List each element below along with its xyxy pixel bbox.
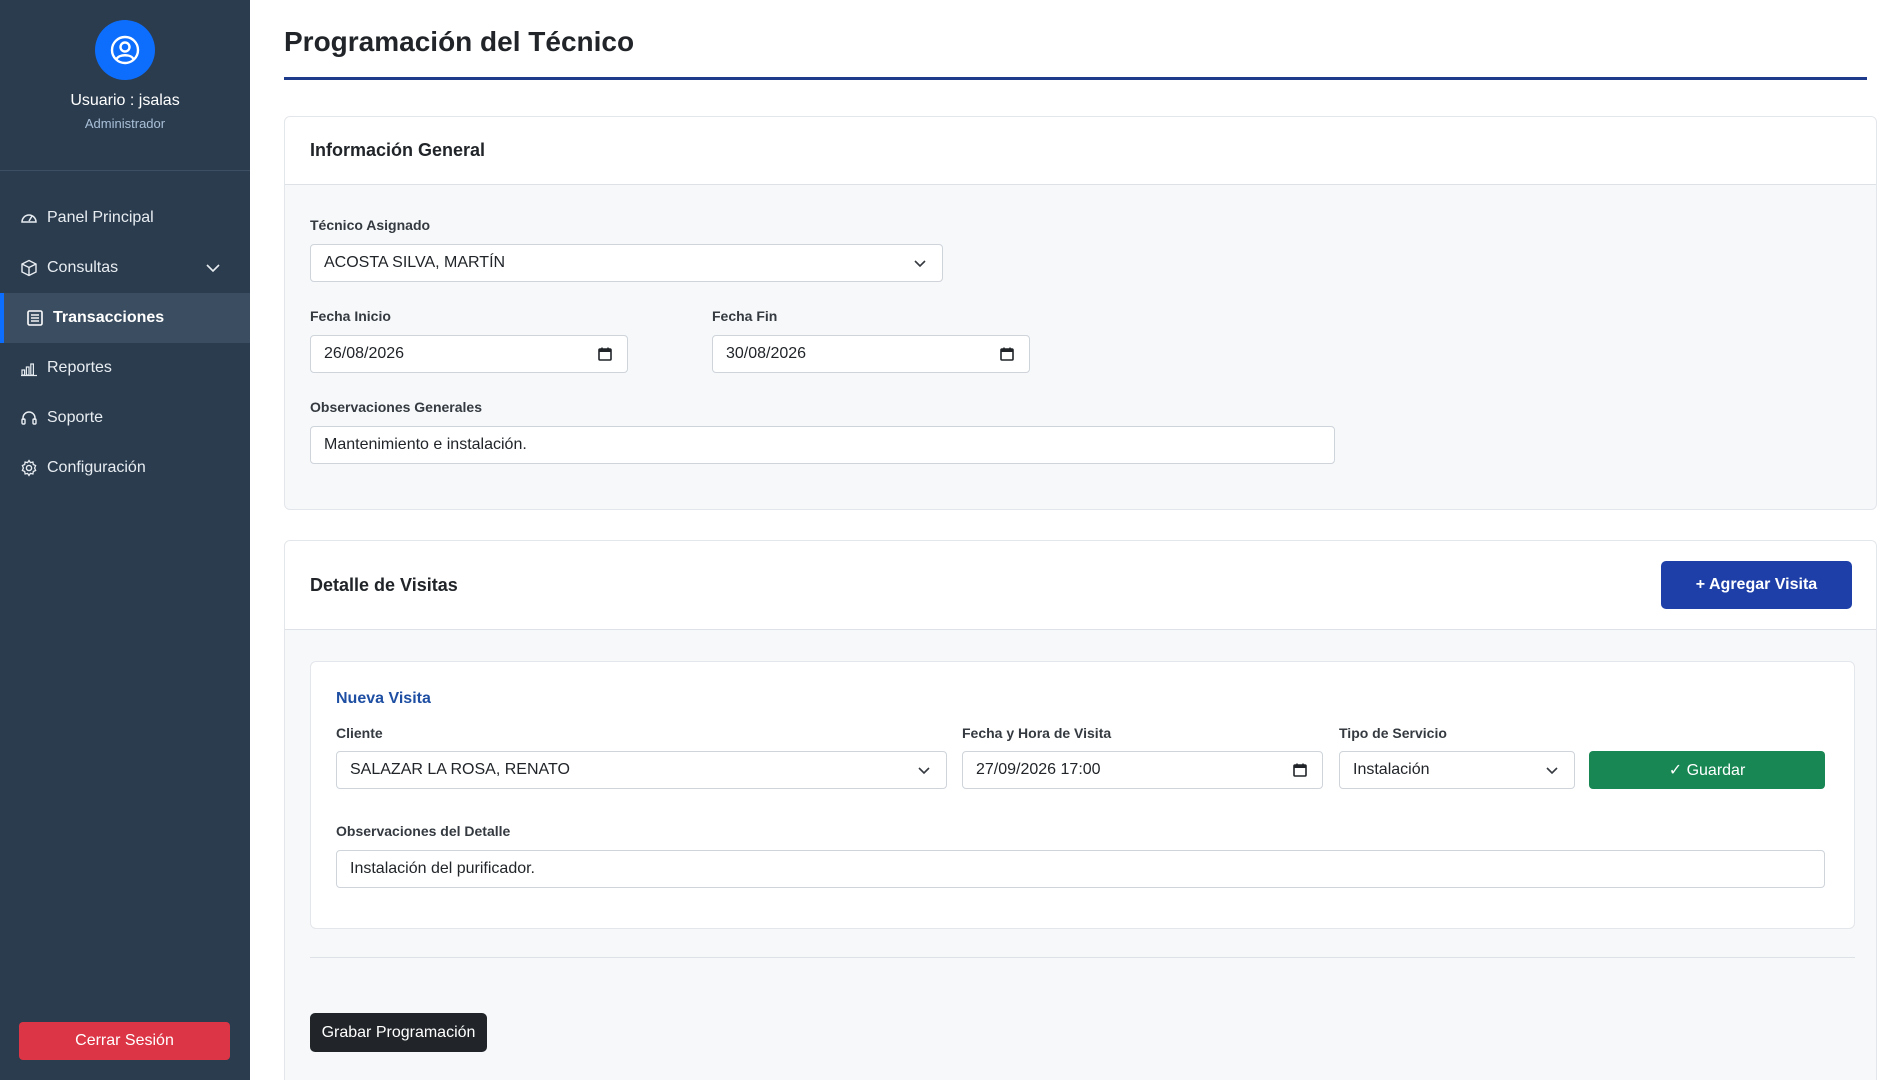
start-date-label: Fecha Inicio: [310, 308, 391, 324]
sidebar-item-panel-principal[interactable]: Panel Principal: [0, 193, 250, 243]
chevron-down-icon[interactable]: [204, 259, 222, 282]
visit-datetime-value: 27/09/2026 17:00: [976, 761, 1101, 778]
technician-select[interactable]: ACOSTA SILVA, MARTÍN: [310, 244, 943, 282]
page-title: Programación del Técnico: [284, 26, 635, 57]
save-schedule-button[interactable]: Grabar Programación: [310, 1013, 487, 1052]
add-visit-button[interactable]: + Agregar Visita: [1661, 561, 1852, 609]
visits-card: Detalle de Visitas + Agregar Visita Nuev…: [284, 540, 1877, 1080]
sidebar-item-consultas[interactable]: Consultas: [0, 243, 250, 293]
start-date-input[interactable]: 26/08/2026: [310, 335, 628, 373]
sidebar-item-label: Reportes: [47, 359, 112, 376]
sidebar-item-label: Transacciones: [53, 309, 165, 326]
user-name: Usuario : jsalas: [70, 92, 180, 109]
chevron-down-icon: [916, 762, 932, 783]
gear-icon: [19, 458, 39, 478]
box-icon: [19, 258, 39, 278]
sidebar-item-configuracion[interactable]: Configuración: [0, 443, 250, 493]
client-label: Cliente: [336, 725, 383, 741]
list-icon: [25, 308, 45, 328]
visits-header-title: Detalle de Visitas: [310, 574, 458, 595]
chevron-down-icon: [912, 255, 928, 276]
technician-label: Técnico Asignado: [310, 217, 431, 233]
calendar-icon[interactable]: [597, 346, 613, 367]
user-avatar-icon: [95, 20, 155, 80]
section-divider: [310, 957, 1855, 958]
sidebar-item-soporte[interactable]: Soporte: [0, 393, 250, 443]
general-info-card: Información General Técnico Asignado ACO…: [284, 116, 1877, 510]
sidebar-item-transacciones[interactable]: Transacciones: [0, 293, 250, 343]
save-visit-button[interactable]: ✓ Guardar: [1589, 751, 1825, 789]
sidebar-item-label: Panel Principal: [47, 209, 154, 226]
bar-chart-icon: [19, 358, 39, 378]
general-notes-label: Observaciones Generales: [310, 399, 482, 415]
visit-datetime-label: Fecha y Hora de Visita: [962, 725, 1112, 741]
chevron-down-icon: [1544, 762, 1560, 783]
service-type-value: Instalación: [1353, 761, 1430, 778]
sidebar-item-label: Consultas: [47, 259, 119, 276]
detail-notes-label: Observaciones del Detalle: [336, 823, 511, 839]
service-type-label: Tipo de Servicio: [1339, 725, 1447, 741]
sidebar-item-reportes[interactable]: Reportes: [0, 343, 250, 393]
new-visit-title: Nueva Visita: [336, 690, 431, 707]
client-select[interactable]: SALAZAR LA ROSA, RENATO: [336, 751, 947, 789]
visits-header: Detalle de Visitas + Agregar Visita: [285, 541, 1876, 630]
technician-value: ACOSTA SILVA, MARTÍN: [324, 254, 506, 271]
calendar-icon[interactable]: [1292, 762, 1308, 783]
dashboard-gauge-icon: [19, 208, 39, 228]
start-date-value: 26/08/2026: [324, 345, 405, 362]
logout-button[interactable]: Cerrar Sesión: [19, 1022, 230, 1060]
general-info-header: Información General: [285, 117, 1876, 185]
main-content: Programación del Técnico Información Gen…: [250, 0, 1899, 1080]
end-date-input[interactable]: 30/08/2026: [712, 335, 1030, 373]
user-profile: Usuario : jsalas Administrador: [0, 0, 250, 171]
general-notes-value: Mantenimiento e instalación.: [324, 436, 527, 453]
end-date-label: Fecha Fin: [712, 308, 778, 324]
calendar-icon[interactable]: [999, 346, 1015, 367]
sidebar-nav: Panel Principal Consultas Transacciones …: [0, 193, 250, 493]
client-value: SALAZAR LA ROSA, RENATO: [350, 761, 570, 778]
general-notes-input[interactable]: Mantenimiento e instalación.: [310, 426, 1335, 464]
service-type-select[interactable]: Instalación: [1339, 751, 1575, 789]
new-visit-form: Nueva Visita Cliente SALAZAR LA ROSA, RE…: [310, 661, 1855, 929]
detail-notes-input[interactable]: Instalación del purificador.: [336, 850, 1825, 888]
end-date-value: 30/08/2026: [726, 345, 807, 362]
sidebar-item-label: Configuración: [47, 459, 146, 476]
headset-icon: [19, 408, 39, 428]
user-role: Administrador: [84, 116, 166, 131]
title-divider: [284, 77, 1867, 80]
sidebar-item-label: Soporte: [47, 409, 104, 426]
sidebar: Usuario : jsalas Administrador Panel Pri…: [0, 0, 250, 1080]
visit-datetime-input[interactable]: 27/09/2026 17:00: [962, 751, 1323, 789]
detail-notes-value: Instalación del purificador.: [350, 860, 535, 877]
